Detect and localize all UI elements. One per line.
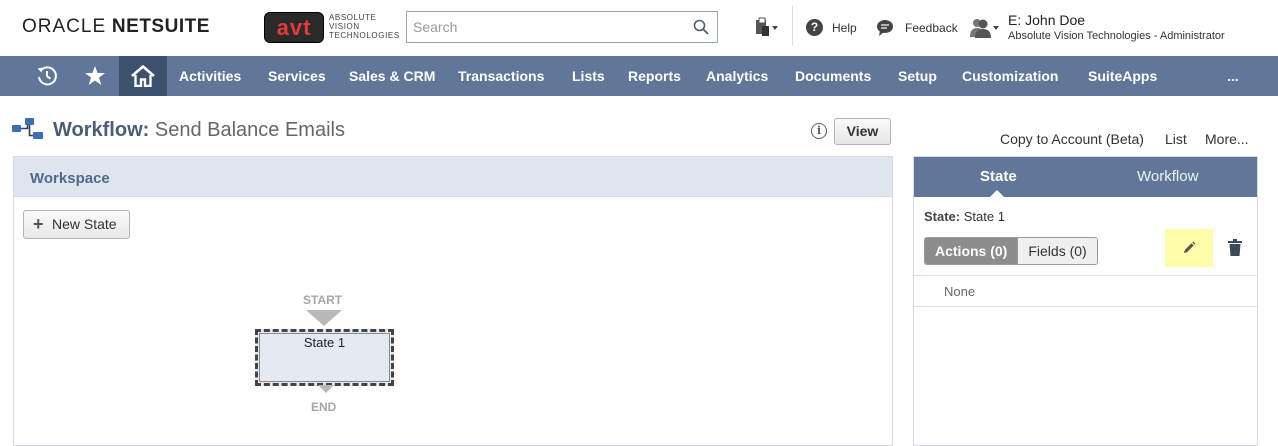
nav-suiteapps[interactable]: SuiteApps bbox=[1088, 56, 1157, 96]
feedback-icon[interactable] bbox=[876, 19, 894, 36]
nav-sales-crm[interactable]: Sales & CRM bbox=[349, 56, 435, 96]
state-node-label: State 1 bbox=[303, 335, 346, 350]
top-header: ORACLE NETSUITE avt ABSOLUTE VISION TECH… bbox=[0, 0, 1278, 56]
oracle-wordmark: ORACLE bbox=[22, 16, 107, 37]
new-state-label: New State bbox=[52, 216, 117, 232]
state-name-key: State: bbox=[924, 209, 961, 224]
list-link[interactable]: List bbox=[1165, 131, 1187, 147]
copy-to-account-link[interactable]: Copy to Account (Beta) bbox=[1000, 131, 1144, 147]
state-name: State: State 1 bbox=[924, 209, 1005, 224]
company-logo-subtitle: ABSOLUTE VISION TECHNOLOGIES bbox=[329, 13, 400, 40]
edit-state-button[interactable] bbox=[1165, 229, 1213, 267]
nav-lists[interactable]: Lists bbox=[572, 56, 605, 96]
global-search bbox=[406, 11, 718, 43]
help-link[interactable]: Help bbox=[832, 21, 857, 35]
netsuite-wordmark: NETSUITE bbox=[111, 16, 210, 37]
start-label: START bbox=[303, 293, 343, 307]
pencil-icon bbox=[1184, 241, 1196, 253]
new-state-button[interactable]: + New State bbox=[23, 210, 130, 239]
actions-tab[interactable]: Actions (0) bbox=[925, 238, 1018, 264]
search-icon[interactable] bbox=[693, 19, 709, 35]
star-icon bbox=[85, 66, 105, 85]
workspace-panel: Workspace + New State START State 1 END bbox=[13, 156, 893, 446]
end-arrow-icon bbox=[318, 385, 334, 393]
trash-icon[interactable] bbox=[1227, 239, 1243, 257]
page-title-label: Workflow: bbox=[53, 119, 150, 141]
workspace-title: Workspace bbox=[30, 170, 110, 187]
nav-transactions[interactable]: Transactions bbox=[458, 56, 544, 96]
company-logo-line: ABSOLUTE bbox=[329, 13, 377, 22]
end-label: END bbox=[311, 400, 337, 414]
company-logo-line: VISION bbox=[329, 22, 360, 31]
history-icon bbox=[37, 66, 57, 86]
nav-setup[interactable]: Setup bbox=[898, 56, 937, 96]
tab-workflow[interactable]: Workflow bbox=[1137, 157, 1198, 197]
plus-icon: + bbox=[33, 214, 44, 234]
workspace-header: Workspace bbox=[14, 157, 892, 197]
nav-more[interactable]: ... bbox=[1227, 56, 1239, 96]
panel-divider bbox=[914, 275, 1257, 276]
feedback-link[interactable]: Feedback bbox=[905, 21, 958, 35]
help-icon[interactable]: ? bbox=[806, 19, 823, 36]
start-arrow-icon bbox=[306, 310, 342, 326]
company-logo-line: TECHNOLOGIES bbox=[329, 31, 400, 40]
actions-fields-toggle: Actions (0) Fields (0) bbox=[924, 237, 1098, 265]
view-button[interactable]: View bbox=[834, 118, 891, 145]
user-role[interactable]: Absolute Vision Technologies - Administr… bbox=[1008, 30, 1225, 42]
more-link[interactable]: More... bbox=[1205, 131, 1249, 147]
company-logo[interactable]: avt bbox=[264, 12, 324, 43]
nav-home[interactable] bbox=[119, 56, 167, 96]
nav-recent-records[interactable] bbox=[27, 56, 67, 96]
empty-actions-text: None bbox=[944, 284, 976, 299]
page-title: Workflow: Send Balance Emails bbox=[53, 119, 345, 142]
info-icon[interactable]: i bbox=[811, 123, 827, 139]
active-tab-indicator bbox=[989, 190, 1005, 198]
nav-documents[interactable]: Documents bbox=[795, 56, 871, 96]
nav-shortcuts[interactable] bbox=[74, 56, 116, 96]
panel-divider bbox=[914, 306, 1257, 307]
panel-tabs: State Workflow bbox=[914, 157, 1257, 198]
nav-activities[interactable]: Activities bbox=[179, 56, 241, 96]
home-icon bbox=[131, 65, 155, 87]
workflow-icon bbox=[12, 118, 43, 139]
nav-customization[interactable]: Customization bbox=[962, 56, 1058, 96]
fields-tab[interactable]: Fields (0) bbox=[1017, 238, 1097, 264]
oracle-netsuite-logo[interactable]: ORACLE NETSUITE bbox=[22, 16, 210, 38]
nav-reports[interactable]: Reports bbox=[628, 56, 681, 96]
nav-analytics[interactable]: Analytics bbox=[706, 56, 768, 96]
user-roles-icon[interactable] bbox=[969, 17, 999, 39]
recent-records-icon[interactable] bbox=[753, 17, 779, 39]
state-node[interactable]: State 1 bbox=[255, 329, 394, 386]
search-input[interactable] bbox=[407, 12, 677, 42]
state-panel: State Workflow State: State 1 Actions (0… bbox=[913, 156, 1258, 446]
header-divider bbox=[792, 6, 793, 46]
nav-services[interactable]: Services bbox=[268, 56, 326, 96]
main-navigation: Activities Services Sales & CRM Transact… bbox=[0, 56, 1278, 96]
state-name-value: State 1 bbox=[963, 209, 1005, 224]
page-title-value: Send Balance Emails bbox=[154, 119, 345, 141]
user-name[interactable]: E: John Doe bbox=[1008, 12, 1085, 28]
